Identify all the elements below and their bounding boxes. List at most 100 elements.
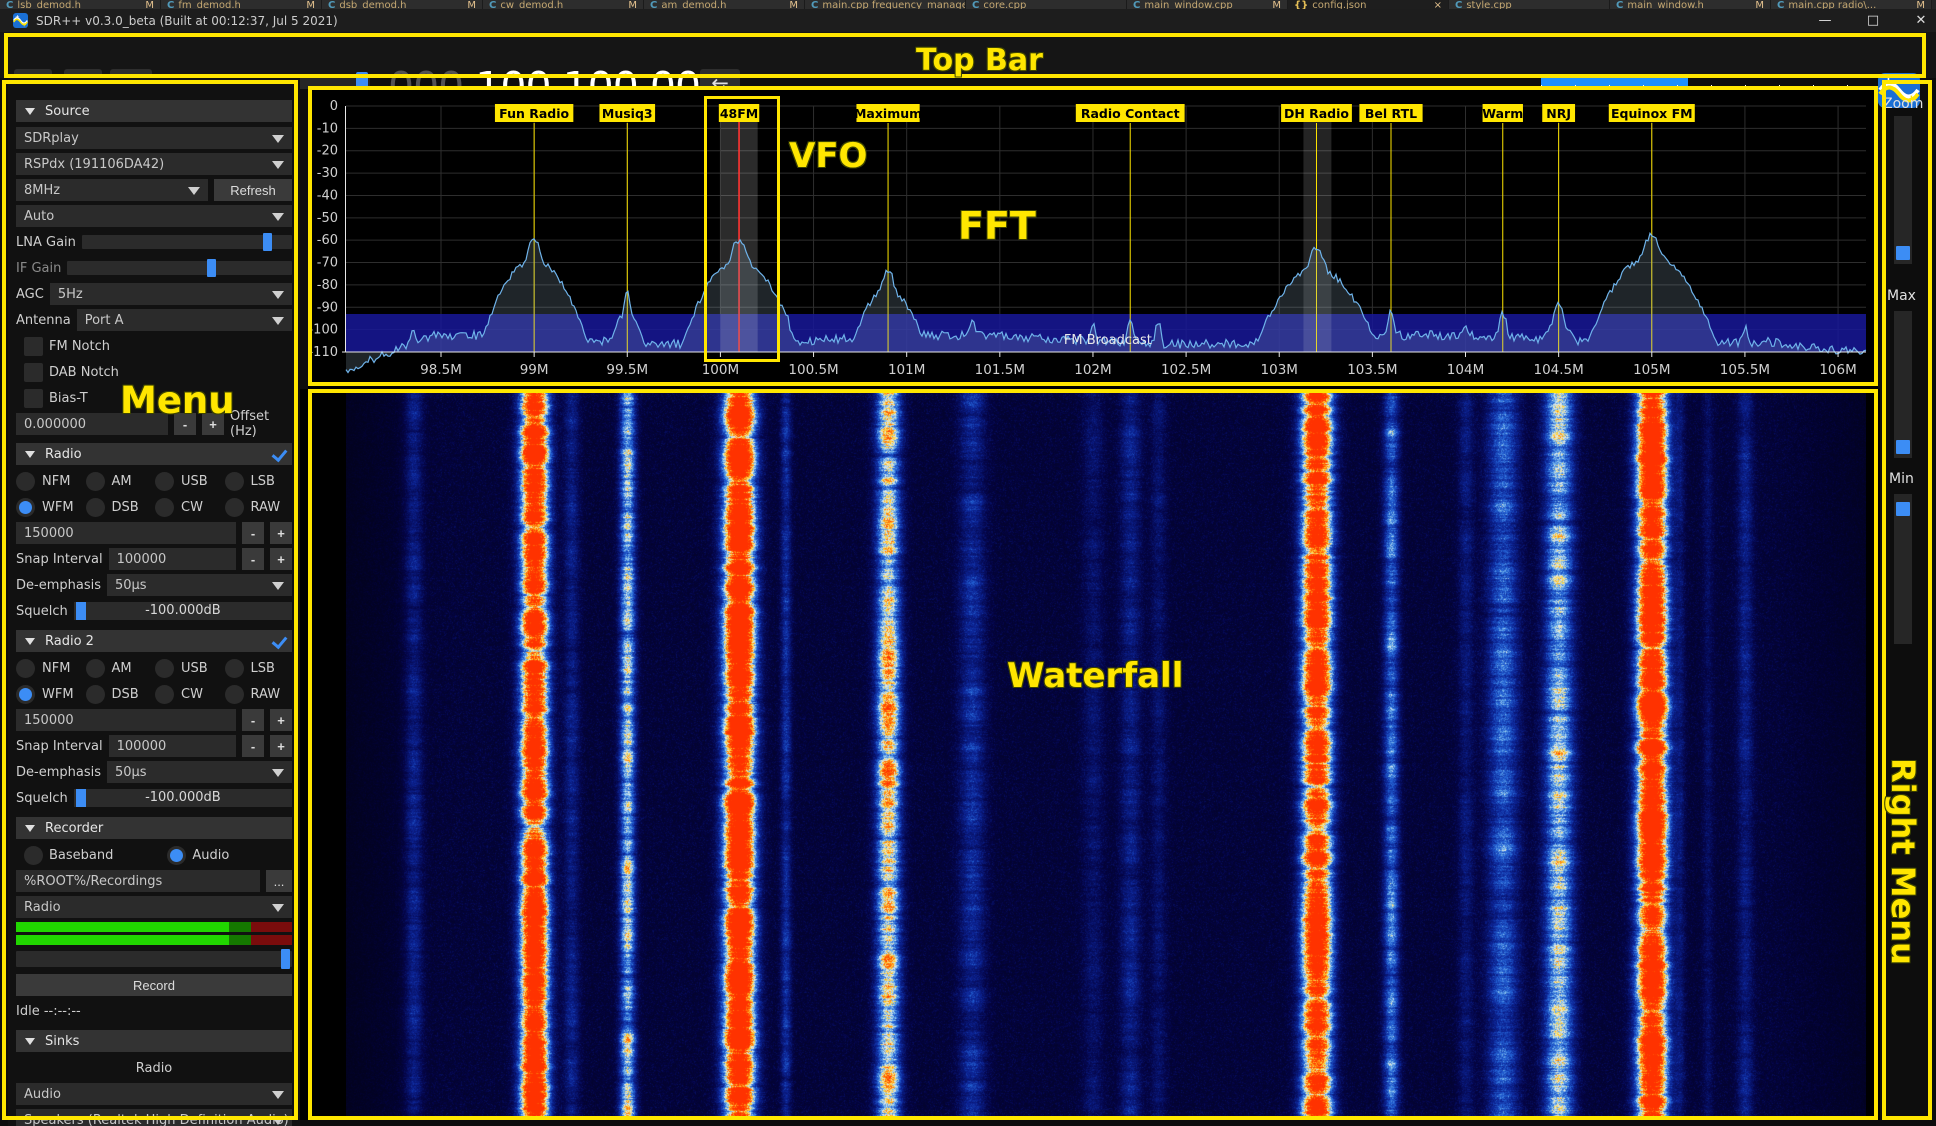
radio-bandwidth-input[interactable]: 150000 — [16, 522, 236, 544]
mode-usb[interactable]: USB — [155, 470, 223, 492]
minimize-button[interactable]: — — [1818, 13, 1832, 28]
mode-usb[interactable]: USB — [155, 657, 223, 679]
section-label: Sinks — [45, 1034, 79, 1049]
vscode-tab[interactable]: Cam_demod.hM — [644, 0, 805, 9]
vu-meter-right — [16, 935, 292, 945]
snap-minus-button[interactable]: - — [242, 735, 264, 757]
section-header-source[interactable]: Source — [16, 100, 292, 122]
mode-wfm[interactable]: WFM — [16, 683, 84, 705]
vscode-tab[interactable]: Cmain.cpp frequency_manager\...M — [805, 0, 966, 9]
record-button[interactable]: Record — [16, 974, 292, 996]
vscode-tab[interactable]: Ccore.cpp — [966, 0, 1127, 9]
source-device-select[interactable]: RSPdx (191106DA42) — [16, 153, 292, 175]
bias-t-checkbox[interactable] — [24, 389, 43, 408]
mode-am[interactable]: AM — [86, 657, 154, 679]
browse-button[interactable]: ... — [266, 870, 292, 892]
min-slider-handle[interactable] — [1896, 502, 1910, 516]
mode-cw[interactable]: CW — [155, 496, 223, 518]
vscode-tab[interactable]: Cdsb_demod.hM — [322, 0, 483, 9]
collapse-icon — [25, 638, 35, 645]
fm-notch-checkbox[interactable] — [24, 337, 43, 356]
bandwidth-minus-button[interactable]: - — [242, 709, 264, 731]
recorder-audio-radio[interactable] — [167, 846, 186, 865]
vscode-tab[interactable]: Cmain.cpp radio\...M — [1771, 0, 1932, 9]
vscode-tab[interactable]: {}config.json× — [1288, 0, 1449, 9]
snap-interval-input[interactable]: 100000 — [109, 735, 236, 757]
snap-plus-button[interactable]: + — [270, 548, 292, 570]
recorder-baseband-radio[interactable] — [24, 846, 43, 865]
snap-interval-input[interactable]: 100000 — [109, 548, 236, 570]
dab-notch-checkbox[interactable] — [24, 363, 43, 382]
bandwidth-minus-button[interactable]: - — [242, 522, 264, 544]
section-header-radio[interactable]: Radio — [16, 443, 292, 465]
source-bandwidth-select[interactable]: 8MHz — [16, 179, 208, 201]
sink-device-select[interactable]: Speakers (Realtek High Definition Audio) — [16, 1109, 292, 1126]
enabled-check-icon[interactable] — [272, 446, 288, 463]
squelch-slider[interactable]: -100.000dB — [74, 602, 292, 620]
refresh-button[interactable]: Refresh — [214, 179, 292, 201]
if-gain-handle[interactable] — [207, 259, 216, 277]
max-slider[interactable] — [1894, 311, 1912, 458]
tab-label: main.cpp radio\... — [1788, 0, 1876, 9]
radio-bandwidth-input[interactable]: 150000 — [16, 709, 236, 731]
enabled-check-icon[interactable] — [272, 633, 288, 650]
mode-dsb[interactable]: DSB — [86, 496, 154, 518]
recorder-volume-slider[interactable] — [16, 951, 292, 967]
squelch-slider[interactable]: -100.000dB — [74, 789, 292, 807]
vscode-tab[interactable]: Cstyle.cpp — [1449, 0, 1610, 9]
mode-cw[interactable]: CW — [155, 683, 223, 705]
lna-gain-slider[interactable] — [82, 235, 292, 249]
lna-gain-handle[interactable] — [263, 233, 272, 251]
offset-input[interactable]: 0.000000 — [16, 413, 168, 435]
recorder-stream-select[interactable]: Radio — [16, 896, 292, 918]
vu-meter-left — [16, 922, 292, 932]
vscode-tab[interactable]: Cfm_demod.hM — [161, 0, 322, 9]
if-gain-slider[interactable] — [67, 261, 292, 275]
agc-mode-select[interactable]: Auto — [16, 205, 292, 227]
offset-minus-button[interactable]: - — [174, 413, 196, 435]
vscode-tab[interactable]: Ccw_demod.hM — [483, 0, 644, 9]
deemphasis-select[interactable]: 50µs — [107, 761, 292, 783]
snap-minus-button[interactable]: - — [242, 548, 264, 570]
mode-lsb[interactable]: LSB — [225, 470, 293, 492]
mode-lsb[interactable]: LSB — [225, 657, 293, 679]
section-header-radio2[interactable]: Radio 2 — [16, 630, 292, 652]
chevron-down-icon — [188, 187, 200, 195]
mode-dsb[interactable]: DSB — [86, 683, 154, 705]
vscode-tab-strip[interactable]: Clsb_demod.hMCfm_demod.hMCdsb_demod.hMCc… — [0, 0, 1936, 9]
vscode-tab[interactable]: Clsb_demod.hM — [0, 0, 161, 9]
mode-raw[interactable]: RAW — [225, 683, 293, 705]
agc-rate-select[interactable]: 5Hz — [50, 283, 292, 305]
mode-raw[interactable]: RAW — [225, 496, 293, 518]
section-header-recorder[interactable]: Recorder — [16, 817, 292, 839]
bandwidth-plus-button[interactable]: + — [270, 709, 292, 731]
min-slider[interactable] — [1894, 494, 1912, 644]
deemphasis-select[interactable]: 50µs — [107, 574, 292, 596]
offset-plus-button[interactable]: + — [202, 413, 224, 435]
bandwidth-plus-button[interactable]: + — [270, 522, 292, 544]
waterfall-display[interactable] — [346, 392, 1866, 1118]
source-driver-select[interactable]: SDRplay — [16, 127, 292, 149]
station-label: Equinox FM — [1611, 106, 1693, 121]
zoom-slider[interactable] — [1894, 116, 1912, 264]
snap-plus-button[interactable]: + — [270, 735, 292, 757]
mode-wfm[interactable]: WFM — [16, 496, 84, 518]
vscode-tab[interactable]: Cmain_window.hM — [1610, 0, 1771, 9]
maximize-button[interactable]: □ — [1866, 13, 1880, 28]
section-header-sinks[interactable]: Sinks — [16, 1030, 292, 1052]
close-button[interactable]: ✕ — [1914, 13, 1928, 28]
mode-am[interactable]: AM — [86, 470, 154, 492]
max-slider-handle[interactable] — [1896, 440, 1910, 454]
mode-nfm[interactable]: NFM — [16, 470, 84, 492]
modified-badge: M — [789, 0, 798, 9]
recording-path-input[interactable]: %ROOT%/Recordings — [16, 870, 260, 892]
mode-nfm[interactable]: NFM — [16, 657, 84, 679]
vscode-tab[interactable]: Cmain_window.cppM — [1127, 0, 1288, 9]
close-icon[interactable]: × — [1434, 0, 1442, 9]
sink-type-select[interactable]: Audio — [16, 1083, 292, 1105]
tab-label: style.cpp — [1466, 0, 1511, 9]
antenna-select[interactable]: Port A — [77, 309, 292, 331]
fft-plot[interactable]: FM BroadcastFun RadioMusiq348FMMaximumRa… — [308, 86, 1878, 389]
zoom-slider-handle[interactable] — [1896, 246, 1910, 260]
recorder-volume-handle[interactable] — [281, 949, 290, 969]
